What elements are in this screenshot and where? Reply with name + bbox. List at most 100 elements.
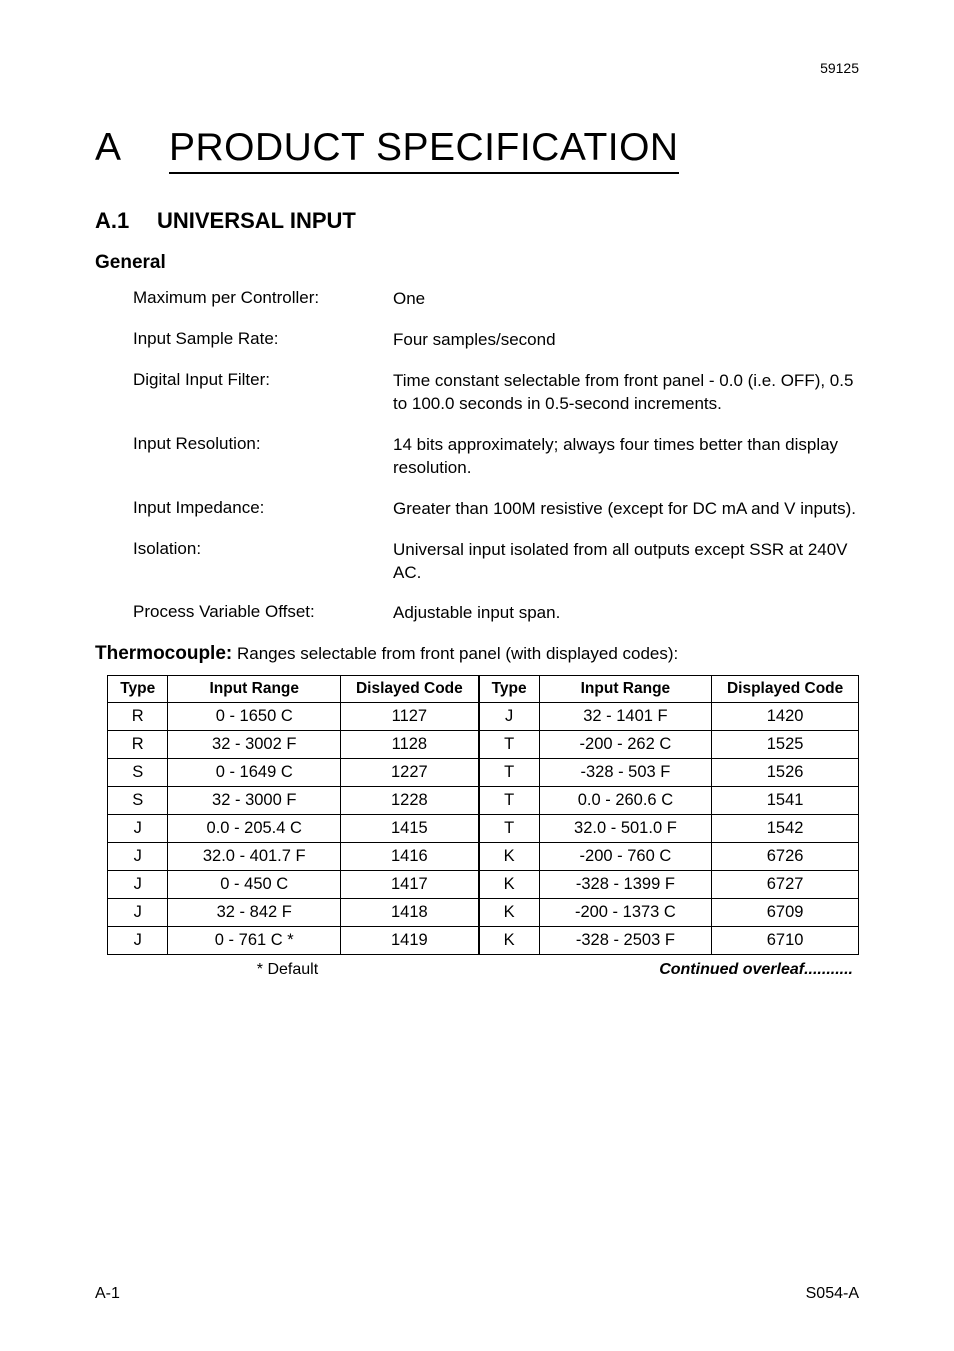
footer-right: S054-A (806, 1285, 859, 1303)
table-cell: 0 - 450 C (168, 871, 341, 899)
spec-label: Isolation: (133, 539, 393, 585)
table-cell: 1415 (341, 815, 479, 843)
table-row: J0.0 - 205.4 C1415T32.0 - 501.0 F1542 (108, 815, 859, 843)
table-cell: 32 - 3002 F (168, 731, 341, 759)
spec-label: Input Impedance: (133, 498, 393, 521)
thermocouple-desc: Ranges selectable from front panel (with… (232, 644, 678, 663)
spec-label: Input Sample Rate: (133, 329, 393, 352)
table-cell: 1542 (712, 815, 859, 843)
table-cell: K (479, 899, 539, 927)
table-row: S0 - 1649 C1227T-328 - 503 F1526 (108, 759, 859, 787)
table-header-row: Type Input Range Dislayed Code Type Inpu… (108, 676, 859, 703)
spec-row: Isolation: Universal input isolated from… (133, 539, 859, 585)
table-row: R32 - 3002 F1128T-200 - 262 C1525 (108, 731, 859, 759)
table-cell: 32.0 - 501.0 F (539, 815, 712, 843)
section-heading: A.1UNIVERSAL INPUT (95, 208, 859, 234)
spec-row: Maximum per Controller: One (133, 288, 859, 311)
thermocouple-table: Type Input Range Dislayed Code Type Inpu… (107, 675, 859, 955)
heading-title: PRODUCT SPECIFICATION (169, 126, 679, 174)
table-cell: 6727 (712, 871, 859, 899)
page-header-number: 59125 (95, 60, 859, 76)
table-cell: 0 - 1650 C (168, 703, 341, 731)
table-row: J32.0 - 401.7 F1416K-200 - 760 C6726 (108, 843, 859, 871)
table-cell: K (479, 843, 539, 871)
table-cell: S (108, 787, 168, 815)
th-code: Displayed Code (712, 676, 859, 703)
table-cell: 32.0 - 401.7 F (168, 843, 341, 871)
heading-letter: A (95, 126, 169, 170)
page-footer: A-1 S054-A (95, 1285, 859, 1303)
table-cell: 1525 (712, 731, 859, 759)
table-cell: -200 - 760 C (539, 843, 712, 871)
spec-row: Input Sample Rate: Four samples/second (133, 329, 859, 352)
table-cell: R (108, 703, 168, 731)
spec-value: Universal input isolated from all output… (393, 539, 859, 585)
table-cell: 32 - 842 F (168, 899, 341, 927)
spec-value: One (393, 288, 859, 311)
table-cell: 0 - 1649 C (168, 759, 341, 787)
spec-value: Adjustable input span. (393, 602, 859, 625)
spec-row: Input Impedance: Greater than 100M resis… (133, 498, 859, 521)
table-cell: T (479, 815, 539, 843)
table-cell: 6709 (712, 899, 859, 927)
table-cell: 1417 (341, 871, 479, 899)
spec-value: 14 bits approximately; always four times… (393, 434, 859, 480)
thermocouple-intro: Thermocouple: Ranges selectable from fro… (95, 643, 859, 665)
table-cell: 6726 (712, 843, 859, 871)
table-cell: T (479, 787, 539, 815)
footnote-continued: Continued overleaf........... (468, 961, 859, 979)
spec-label: Maximum per Controller: (133, 288, 393, 311)
table-cell: 32 - 1401 F (539, 703, 712, 731)
table-cell: J (108, 843, 168, 871)
spec-value: Greater than 100M resistive (except for … (393, 498, 859, 521)
table-footnote: * Default Continued overleaf........... (107, 961, 859, 979)
footer-left: A-1 (95, 1285, 120, 1303)
table-cell: J (108, 871, 168, 899)
table-cell: 1128 (341, 731, 479, 759)
table-cell: T (479, 731, 539, 759)
table-row: S32 - 3000 F1228T0.0 - 260.6 C1541 (108, 787, 859, 815)
spec-row: Input Resolution: 14 bits approximately;… (133, 434, 859, 480)
table-cell: J (108, 927, 168, 955)
th-range: Input Range (539, 676, 712, 703)
table-cell: -328 - 2503 F (539, 927, 712, 955)
subsection-general: General (95, 252, 859, 274)
th-code: Dislayed Code (341, 676, 479, 703)
table-cell: 0.0 - 205.4 C (168, 815, 341, 843)
table-cell: 1418 (341, 899, 479, 927)
table-cell: R (108, 731, 168, 759)
table-cell: 32 - 3000 F (168, 787, 341, 815)
section-number: A.1 (95, 208, 157, 234)
spec-label: Input Resolution: (133, 434, 393, 480)
spec-label: Process Variable Offset: (133, 602, 393, 625)
table-cell: -328 - 1399 F (539, 871, 712, 899)
table-row: R0 - 1650 C1127J32 - 1401 F1420 (108, 703, 859, 731)
table-cell: 1416 (341, 843, 479, 871)
table-cell: J (108, 815, 168, 843)
table-cell: 1228 (341, 787, 479, 815)
table-cell: 1526 (712, 759, 859, 787)
th-type: Type (479, 676, 539, 703)
table-cell: 0.0 - 260.6 C (539, 787, 712, 815)
table-cell: T (479, 759, 539, 787)
table-cell: 1127 (341, 703, 479, 731)
table-cell: 1419 (341, 927, 479, 955)
spec-value: Time constant selectable from front pane… (393, 370, 859, 416)
table-cell: K (479, 927, 539, 955)
spec-value: Four samples/second (393, 329, 859, 352)
table-row: J0 - 450 C1417K-328 - 1399 F6727 (108, 871, 859, 899)
table-cell: -200 - 262 C (539, 731, 712, 759)
table-row: J32 - 842 F1418K-200 - 1373 C6709 (108, 899, 859, 927)
table-cell: J (479, 703, 539, 731)
spec-row: Digital Input Filter: Time constant sele… (133, 370, 859, 416)
table-cell: -328 - 503 F (539, 759, 712, 787)
thermocouple-label: Thermocouple: (95, 643, 232, 664)
table-cell: 0 - 761 C * (168, 927, 341, 955)
table-cell: 1541 (712, 787, 859, 815)
table-cell: 6710 (712, 927, 859, 955)
main-heading: APRODUCT SPECIFICATION (95, 126, 859, 174)
th-range: Input Range (168, 676, 341, 703)
section-title: UNIVERSAL INPUT (157, 208, 356, 233)
spec-label: Digital Input Filter: (133, 370, 393, 416)
spec-list: Maximum per Controller: One Input Sample… (133, 288, 859, 625)
